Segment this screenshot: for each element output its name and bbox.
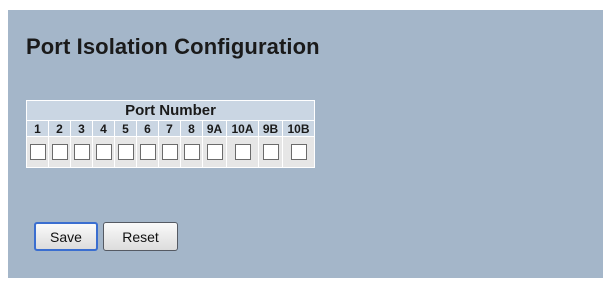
port-label: 7 (159, 121, 180, 136)
port-label: 2 (49, 121, 70, 136)
port-label: 5 (115, 121, 136, 136)
port-checkbox-cell (159, 137, 180, 167)
port-10b-checkbox[interactable] (290, 143, 307, 160)
table-header-row: Port Number (27, 101, 314, 120)
port-1-checkbox[interactable] (29, 143, 46, 160)
port-checkbox-cell (49, 137, 70, 167)
port-checkbox-cell (181, 137, 202, 167)
port-checkbox-cell (115, 137, 136, 167)
port-3-checkbox[interactable] (73, 143, 90, 160)
port-checkbox-cell (259, 137, 282, 167)
port-label: 6 (137, 121, 158, 136)
page-title: Port Isolation Configuration (26, 34, 320, 59)
port-checkbox-cell (27, 137, 48, 167)
port-checkbox-cell (203, 137, 226, 167)
port-6-checkbox[interactable] (139, 143, 156, 160)
port-label: 9A (203, 121, 226, 136)
port-label: 4 (93, 121, 114, 136)
port-checkbox-cell (71, 137, 92, 167)
port-label: 9B (259, 121, 282, 136)
port-10a-checkbox[interactable] (234, 143, 251, 160)
port-checkbox-cell (283, 137, 314, 167)
port-9b-checkbox[interactable] (262, 143, 279, 160)
save-button[interactable]: Save (34, 222, 98, 251)
reset-button[interactable]: Reset (103, 222, 178, 251)
port-7-checkbox[interactable] (161, 143, 178, 160)
port-checkbox-row (27, 137, 314, 167)
content-panel: Port Isolation Configuration Port Number… (8, 10, 603, 278)
port-9a-checkbox[interactable] (206, 143, 223, 160)
port-label: 3 (71, 121, 92, 136)
port-checkbox-cell (93, 137, 114, 167)
port-label: 10A (227, 121, 258, 136)
port-isolation-table: Port Number 1 2 3 4 5 6 7 8 9A 10A 9B 10… (26, 100, 315, 168)
port-label-row: 1 2 3 4 5 6 7 8 9A 10A 9B 10B (27, 121, 314, 136)
port-4-checkbox[interactable] (95, 143, 112, 160)
port-label: 10B (283, 121, 314, 136)
port-label: 8 (181, 121, 202, 136)
port-8-checkbox[interactable] (183, 143, 200, 160)
port-5-checkbox[interactable] (117, 143, 134, 160)
port-checkbox-cell (137, 137, 158, 167)
port-2-checkbox[interactable] (51, 143, 68, 160)
port-number-header: Port Number (27, 101, 314, 120)
port-checkbox-cell (227, 137, 258, 167)
port-label: 1 (27, 121, 48, 136)
